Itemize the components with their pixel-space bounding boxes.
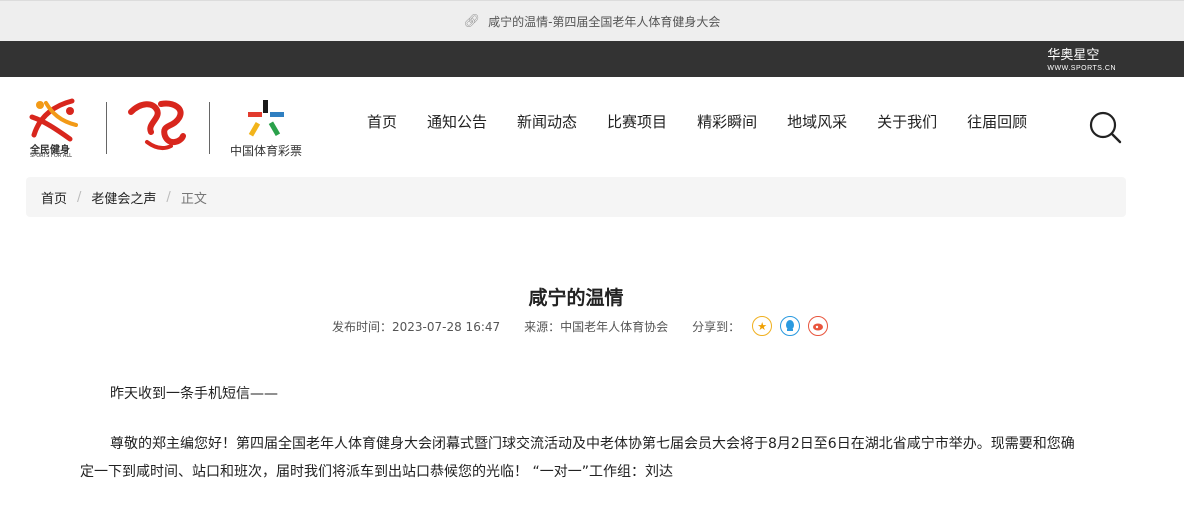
share-icons: ★ — [752, 316, 836, 336]
nav-item-highlights[interactable]: 精彩瞬间 — [697, 111, 757, 132]
qq-icon[interactable] — [780, 316, 801, 336]
sports-for-all-logo-sub: SPORTS FOR ALL — [30, 153, 72, 159]
article-title: 咸宁的温情 — [528, 286, 624, 309]
sports-cn-logo-text: 华奥星空 — [1047, 47, 1100, 62]
article-meta: 发布时间：2023-07-28 16:47 来源：中国老年人体育协会 分享到： … — [332, 316, 836, 336]
top-title-bar: 🔗︎ 咸宁的温情-第四届全国老年人体育健身大会 — [0, 0, 1184, 41]
logo-divider — [209, 102, 210, 154]
article-paragraph: 昨天收到一条手机短信—— — [110, 386, 278, 402]
weibo-icon[interactable] — [808, 316, 829, 336]
china-sports-lottery-logo[interactable]: 中国体育彩票 — [230, 98, 302, 159]
article-paragraph: 尊敬的郑主编您好！第四届全国老年人体育健身大会闭幕式暨门球交流活动及中老体协第七… — [80, 436, 1075, 480]
dark-header-bar: 华奥星空 WWW.SPORTS.CN — [0, 41, 1184, 77]
search-icon — [1089, 111, 1122, 144]
nav-item-events[interactable]: 比赛项目 — [607, 111, 667, 132]
sports-cn-logo-sub: WWW.SPORTS.CN — [1047, 65, 1116, 72]
breadcrumb: 首页 / 老健会之声 / 正文 — [26, 177, 1126, 217]
breadcrumb-home[interactable]: 首页 — [41, 188, 67, 207]
share-label: 分享到： — [692, 319, 741, 334]
article-source: 来源：中国老年人体育协会 — [524, 319, 669, 334]
article-body: 昨天收到一条手机短信—— 尊敬的郑主编您好！第四届全国老年人体育健身大会闭幕式暨… — [80, 380, 1080, 508]
breadcrumb-separator: / — [77, 189, 82, 205]
publish-time: 发布时间：2023-07-28 16:47 — [332, 319, 501, 334]
logo-divider — [106, 102, 107, 154]
china-sports-lottery-caption: 中国体育彩票 — [230, 143, 303, 158]
breadcrumb-separator: / — [166, 189, 171, 205]
sports-for-all-logo[interactable]: 全民健身 SPORTS FOR ALL — [26, 95, 86, 161]
nav-item-history[interactable]: 往届回顾 — [967, 111, 1027, 132]
nav-item-regions[interactable]: 地域风采 — [787, 111, 847, 132]
sports-cn-logo[interactable]: 华奥星空 WWW.SPORTS.CN — [1047, 48, 1116, 75]
page-title-text: 咸宁的温情-第四届全国老年人体育健身大会 — [488, 14, 721, 29]
games-ribbon-logo[interactable] — [127, 96, 189, 160]
logo-group: 全民健身 SPORTS FOR ALL 中国体育彩票 — [26, 95, 302, 161]
search-button[interactable] — [1088, 110, 1122, 148]
nav-item-notices[interactable]: 通知公告 — [427, 111, 487, 132]
nav-item-about[interactable]: 关于我们 — [877, 111, 937, 132]
link-icon: 🔗︎ — [463, 13, 481, 29]
site-header: 全民健身 SPORTS FOR ALL 中国体育彩票 首页 通知公告 新闻动态 … — [0, 77, 1184, 177]
breadcrumb-section[interactable]: 老健会之声 — [91, 188, 156, 207]
breadcrumb-current: 正文 — [180, 191, 207, 207]
main-nav: 首页 通知公告 新闻动态 比赛项目 精彩瞬间 地域风采 关于我们 往届回顾 — [352, 111, 1042, 132]
qzone-star-icon[interactable]: ★ — [752, 316, 773, 336]
nav-item-home[interactable]: 首页 — [367, 111, 397, 132]
nav-item-news[interactable]: 新闻动态 — [517, 111, 577, 132]
